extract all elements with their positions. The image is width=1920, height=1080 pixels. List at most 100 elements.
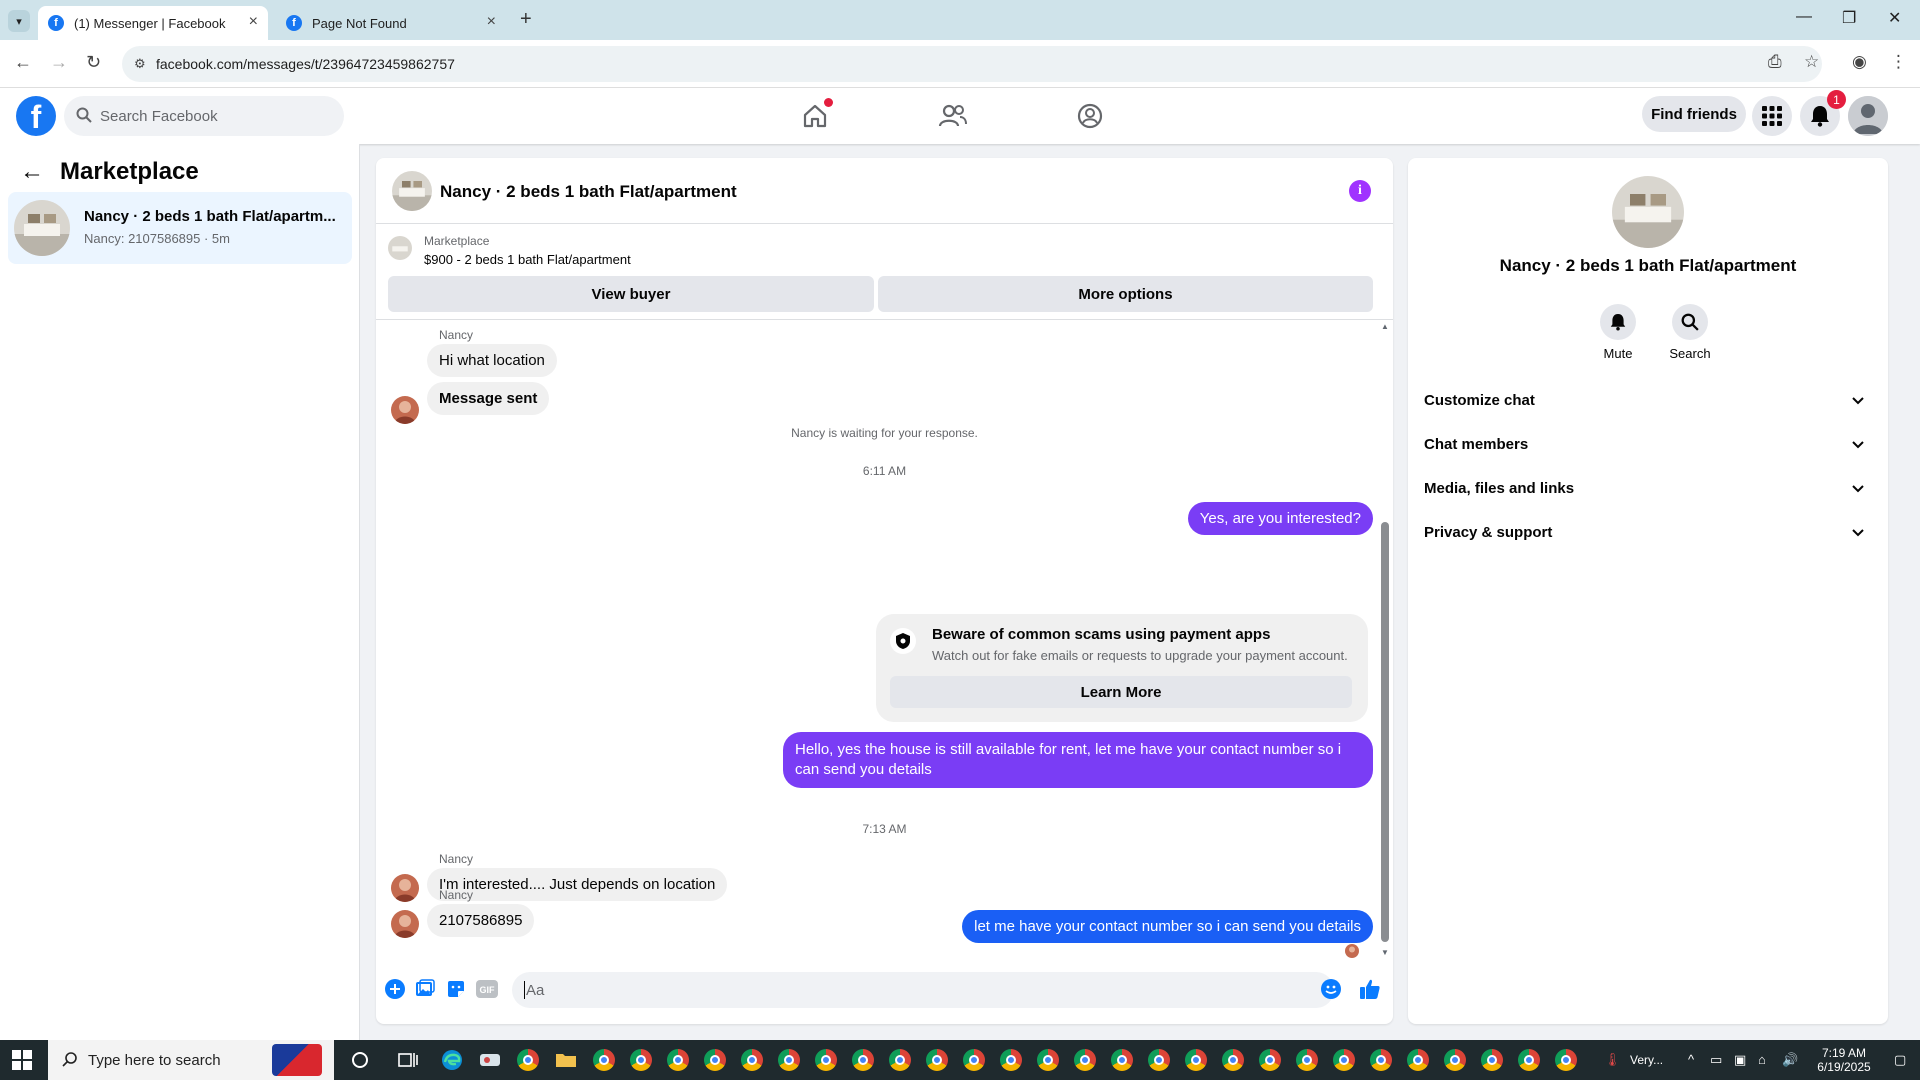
chrome-icon[interactable] xyxy=(1221,1048,1245,1072)
chrome-icon[interactable] xyxy=(1332,1048,1356,1072)
thumbs-up-icon[interactable] xyxy=(1359,978,1381,1000)
account-avatar[interactable] xyxy=(1848,96,1888,136)
chevron-up-icon[interactable]: ^ xyxy=(1688,1052,1694,1067)
chrome-icon[interactable] xyxy=(888,1048,912,1072)
volume-icon[interactable]: 🔊 xyxy=(1782,1052,1798,1068)
chat-title[interactable]: Nancy · 2 beds 1 bath Flat/apartment xyxy=(440,182,737,202)
plus-icon[interactable] xyxy=(384,978,406,1000)
network-icon[interactable]: ⌂ xyxy=(1758,1052,1766,1067)
sticker-icon[interactable] xyxy=(445,978,467,1000)
photo-icon[interactable] xyxy=(414,978,436,1000)
nancy-avatar[interactable] xyxy=(391,910,419,938)
install-app-icon[interactable]: ⎙ xyxy=(1768,52,1782,72)
site-info-icon[interactable]: ⚙ xyxy=(134,56,146,72)
file-explorer-icon[interactable] xyxy=(554,1048,578,1072)
chrome-icon[interactable] xyxy=(1258,1048,1282,1072)
display-icon[interactable]: ▣ xyxy=(1734,1052,1746,1068)
scrollbar-thumb[interactable] xyxy=(1381,522,1389,942)
thermometer-icon[interactable]: 🌡 xyxy=(1604,1052,1621,1068)
chrome-icon[interactable] xyxy=(592,1048,616,1072)
notifications-button[interactable]: 1 xyxy=(1800,90,1846,136)
chrome-icon[interactable] xyxy=(1517,1048,1541,1072)
chrome-icon[interactable] xyxy=(666,1048,690,1072)
clock[interactable]: 7:19 AM 6/19/2025 xyxy=(1804,1046,1884,1074)
emoji-icon[interactable] xyxy=(1320,978,1342,1000)
reload-button[interactable]: ↻ xyxy=(86,52,101,73)
privacy-support-section[interactable]: Privacy & support xyxy=(1424,514,1872,550)
chat-thumbnail[interactable] xyxy=(392,171,432,211)
chrome-icon[interactable] xyxy=(1184,1048,1208,1072)
minimize-button[interactable]: — xyxy=(1796,8,1812,26)
friends-nav-button[interactable] xyxy=(935,98,971,134)
chrome-icon[interactable] xyxy=(1406,1048,1430,1072)
chrome-icon[interactable] xyxy=(516,1048,540,1072)
tab-page-not-found[interactable]: f Page Not Found × xyxy=(276,6,506,40)
close-tab-icon[interactable]: × xyxy=(249,13,258,31)
message-input[interactable]: Aa xyxy=(512,972,1334,1008)
bookmark-star-icon[interactable]: ☆ xyxy=(1804,52,1819,72)
media-files-links-section[interactable]: Media, files and links xyxy=(1424,470,1872,506)
chrome-icon[interactable] xyxy=(740,1048,764,1072)
new-tab-button[interactable]: + xyxy=(520,8,532,31)
app-icon[interactable] xyxy=(478,1048,502,1072)
chrome-icon[interactable] xyxy=(851,1048,875,1072)
incoming-message[interactable]: Hi what location xyxy=(427,344,557,377)
tab-messenger[interactable]: f (1) Messenger | Facebook × xyxy=(38,6,268,40)
learn-more-button[interactable]: Learn More xyxy=(890,676,1352,708)
chrome-icon[interactable] xyxy=(1110,1048,1134,1072)
chrome-icon[interactable] xyxy=(1073,1048,1097,1072)
nancy-avatar[interactable] xyxy=(391,396,419,424)
outgoing-message[interactable]: let me have your contact number so i can… xyxy=(962,910,1373,943)
chrome-icon[interactable] xyxy=(1443,1048,1467,1072)
forward-button[interactable]: → xyxy=(50,52,68,73)
chrome-icon[interactable] xyxy=(925,1048,949,1072)
mute-button[interactable]: Mute xyxy=(1588,304,1648,361)
chrome-icon[interactable] xyxy=(629,1048,653,1072)
scroll-up-arrow[interactable]: ▲ xyxy=(1381,322,1389,331)
listing-photo[interactable] xyxy=(1612,176,1684,248)
info-icon[interactable]: i xyxy=(1349,180,1371,202)
groups-nav-button[interactable] xyxy=(1072,98,1108,134)
chrome-icon[interactable] xyxy=(1036,1048,1060,1072)
view-buyer-button[interactable]: View buyer xyxy=(388,276,874,312)
chrome-icon[interactable] xyxy=(814,1048,838,1072)
back-button[interactable]: ← xyxy=(14,52,32,73)
chrome-icon[interactable] xyxy=(1554,1048,1578,1072)
close-window-button[interactable]: ✕ xyxy=(1888,8,1901,28)
chrome-icon[interactable] xyxy=(777,1048,801,1072)
chrome-icon[interactable] xyxy=(1480,1048,1504,1072)
edge-browser-icon[interactable] xyxy=(440,1048,464,1072)
address-bar[interactable]: ⚙ facebook.com/messages/t/23964723459862… xyxy=(122,46,1822,82)
facebook-logo-icon[interactable]: f xyxy=(16,96,56,136)
more-options-button[interactable]: More options xyxy=(878,276,1373,312)
conversation-item[interactable]: Nancy · 2 beds 1 bath Flat/apartm... Nan… xyxy=(8,192,352,264)
weather-text[interactable]: Very... xyxy=(1630,1053,1663,1067)
home-nav-button[interactable] xyxy=(797,98,833,134)
customize-chat-section[interactable]: Customize chat xyxy=(1424,382,1872,418)
chrome-icon[interactable] xyxy=(1369,1048,1393,1072)
search-chat-button[interactable]: Search xyxy=(1660,304,1720,361)
nancy-avatar[interactable] xyxy=(391,874,419,902)
search-highlight-icon[interactable] xyxy=(272,1044,322,1076)
incoming-message[interactable]: 2107586895 xyxy=(427,904,535,937)
chrome-icon[interactable] xyxy=(1295,1048,1319,1072)
incoming-message[interactable]: Message sent xyxy=(427,382,550,415)
gif-icon[interactable]: GIF xyxy=(476,978,498,1000)
scroll-down-arrow[interactable]: ▼ xyxy=(1381,948,1389,957)
tab-search-button[interactable]: ▾ xyxy=(8,10,30,32)
outgoing-message[interactable]: Yes, are you interested? xyxy=(1187,502,1373,535)
listing-summary[interactable]: $900 - 2 beds 1 bath Flat/apartment xyxy=(424,252,631,267)
facebook-search-input[interactable]: Search Facebook xyxy=(64,96,344,136)
message-scrollbar[interactable]: ▲ ▼ xyxy=(1381,322,1389,957)
task-view-icon[interactable] xyxy=(396,1048,420,1072)
chrome-icon[interactable] xyxy=(999,1048,1023,1072)
close-tab-icon[interactable]: × xyxy=(487,13,496,31)
windows-start-icon[interactable] xyxy=(12,1050,32,1070)
restore-button[interactable]: ❐ xyxy=(1842,8,1856,28)
chrome-icon[interactable] xyxy=(1147,1048,1171,1072)
chrome-icon[interactable] xyxy=(703,1048,727,1072)
notification-center-icon[interactable]: ▢ xyxy=(1894,1052,1906,1068)
cortana-icon[interactable] xyxy=(348,1048,372,1072)
battery-icon[interactable]: ▭ xyxy=(1710,1052,1722,1068)
browser-menu-icon[interactable]: ⋮ xyxy=(1890,52,1907,72)
